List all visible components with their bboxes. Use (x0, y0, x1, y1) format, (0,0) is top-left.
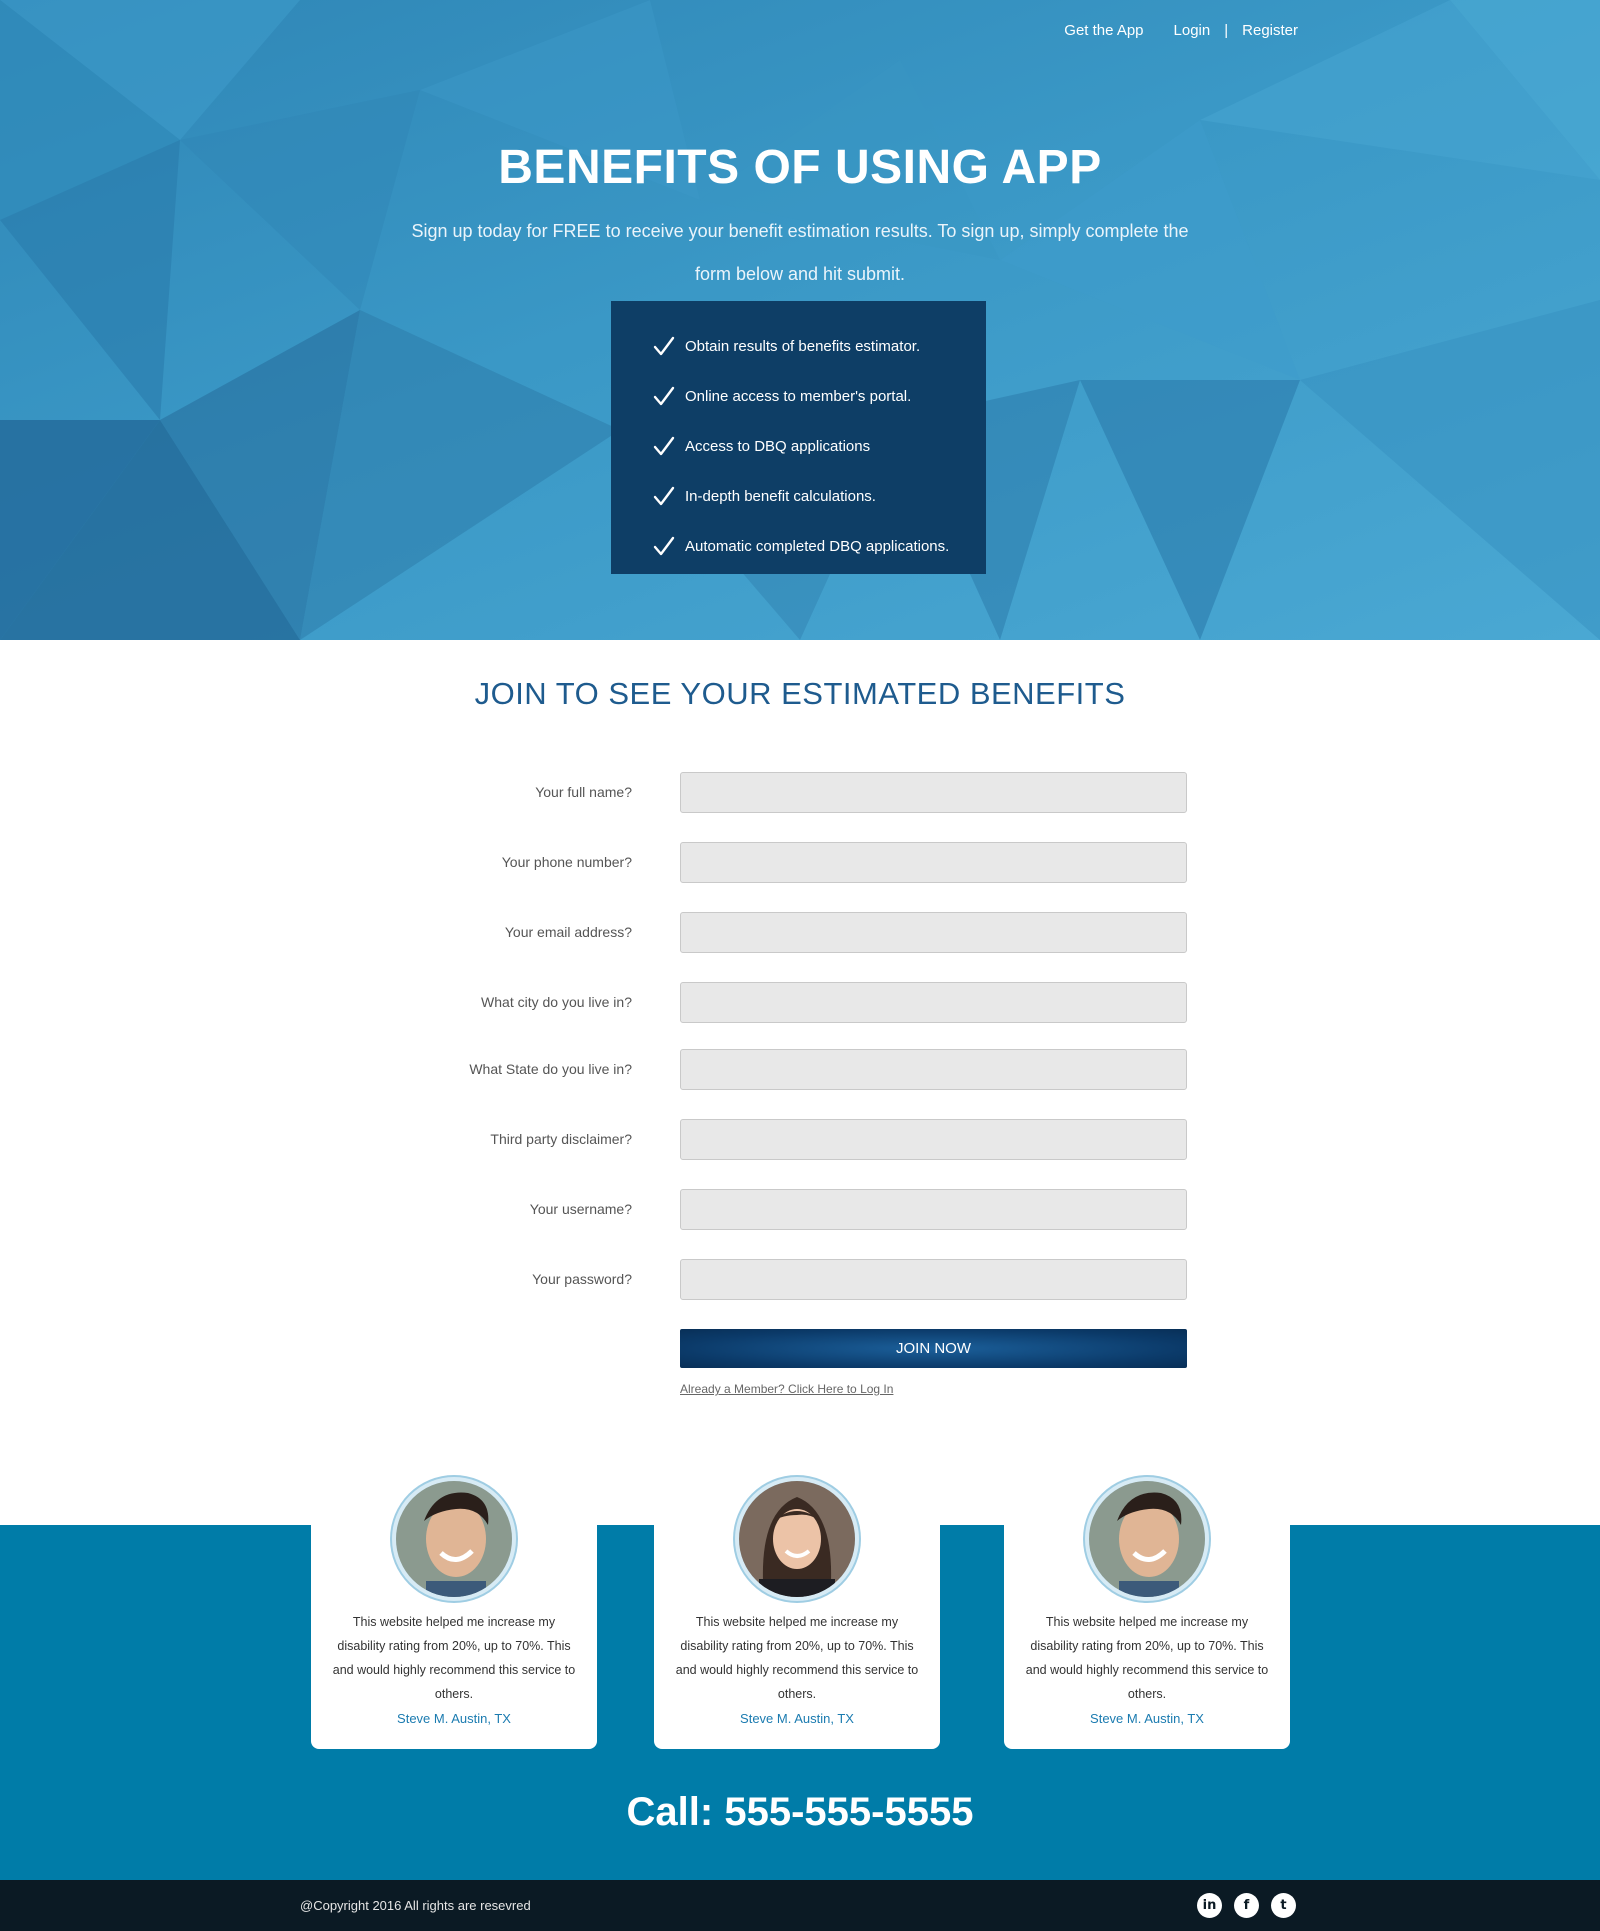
avatar (1085, 1477, 1209, 1601)
top-navigation: Get the App Login | Register (1064, 22, 1298, 39)
password-label: Your password? (532, 1271, 632, 1287)
join-title: JOIN TO SEE YOUR ESTIMATED BENEFITS (474, 676, 1126, 711)
form-row-email: Your email address? (0, 912, 1600, 953)
testimonial-quote: This website helped me increase my disab… (1025, 1615, 1269, 1701)
password-input[interactable] (680, 1259, 1187, 1300)
form-row-phone: Your phone number? (0, 842, 1600, 883)
username-input[interactable] (680, 1189, 1187, 1230)
avatar (392, 1477, 516, 1601)
avatar (735, 1477, 859, 1601)
social-links: in f t (1197, 1893, 1296, 1918)
call-phone-number[interactable]: Call: 555-555-5555 (0, 1790, 1600, 1835)
smiling-man-photo (1089, 1481, 1205, 1597)
benefit-item: Access to DBQ applications (653, 421, 986, 471)
disclaimer-label: Third party disclaimer? (490, 1131, 632, 1147)
city-input[interactable] (680, 982, 1187, 1023)
testimonial-author: Steve M. Austin, TX (397, 1711, 511, 1726)
hero-title: BENEFITS OF USING APP (498, 141, 1102, 194)
benefits-list: Obtain results of benefits estimator. On… (611, 301, 986, 574)
login-link[interactable]: Login (1174, 22, 1211, 39)
checkmark-icon (653, 436, 675, 456)
smiling-woman-photo (739, 1481, 855, 1597)
testimonial-quote: This website helped me increase my disab… (332, 1615, 576, 1701)
checkmark-icon (653, 336, 675, 356)
benefit-text: Online access to member's portal. (685, 387, 912, 405)
state-label: What State do you live in? (469, 1061, 632, 1077)
hero-section: Get the App Login | Register BENEFITS OF… (0, 0, 1600, 640)
form-row-state: What State do you live in? (0, 1049, 1600, 1090)
benefit-text: Automatic completed DBQ applications. (685, 537, 950, 555)
benefit-item: In-depth benefit calculations. (653, 471, 986, 521)
checkmark-icon (653, 486, 675, 506)
phone-input[interactable] (680, 842, 1187, 883)
testimonial-author: Steve M. Austin, TX (1090, 1711, 1204, 1726)
benefit-item: Online access to member's portal. (653, 371, 986, 421)
state-input[interactable] (680, 1049, 1187, 1090)
form-row-password: Your password? (0, 1259, 1600, 1300)
join-now-button[interactable]: JOIN NOW (680, 1329, 1187, 1368)
copyright-text: @Copyright 2016 All rights are resevred (300, 1898, 531, 1913)
email-input[interactable] (680, 912, 1187, 953)
form-row-city: What city do you live in? (0, 982, 1600, 1023)
twitter-icon[interactable]: t (1271, 1893, 1296, 1918)
benefit-item: Obtain results of benefits estimator. (653, 321, 986, 371)
already-member-login-link[interactable]: Already a Member? Click Here to Log In (680, 1382, 893, 1396)
form-row-disclaimer: Third party disclaimer? (0, 1119, 1600, 1160)
get-the-app-link[interactable]: Get the App (1064, 22, 1143, 39)
testimonial-author: Steve M. Austin, TX (740, 1711, 854, 1726)
form-row-username: Your username? (0, 1189, 1600, 1230)
email-label: Your email address? (504, 924, 632, 940)
benefit-text: In-depth benefit calculations. (685, 487, 876, 505)
username-label: Your username? (529, 1201, 632, 1217)
benefit-text: Obtain results of benefits estimator. (685, 337, 921, 355)
facebook-icon[interactable]: f (1234, 1893, 1259, 1918)
checkmark-icon (653, 536, 675, 556)
full-name-input[interactable] (680, 772, 1187, 813)
hero-subtitle: Sign up today for FREE to receive your b… (411, 221, 1189, 284)
nav-separator: | (1224, 22, 1229, 39)
testimonial-quote: This website helped me increase my disab… (675, 1615, 919, 1701)
linkedin-icon[interactable]: in (1197, 1893, 1222, 1918)
smiling-man-photo (396, 1481, 512, 1597)
form-row-full-name: Your full name? (0, 772, 1600, 813)
phone-label: Your phone number? (501, 854, 632, 870)
footer: @Copyright 2016 All rights are resevred … (0, 1880, 1600, 1931)
disclaimer-input[interactable] (680, 1119, 1187, 1160)
register-link[interactable]: Register (1242, 22, 1298, 39)
benefit-text: Access to DBQ applications (685, 437, 871, 455)
checkmark-icon (653, 386, 675, 406)
city-label: What city do you live in? (481, 994, 632, 1010)
full-name-label: Your full name? (535, 784, 632, 800)
benefit-item: Automatic completed DBQ applications. (653, 521, 986, 571)
